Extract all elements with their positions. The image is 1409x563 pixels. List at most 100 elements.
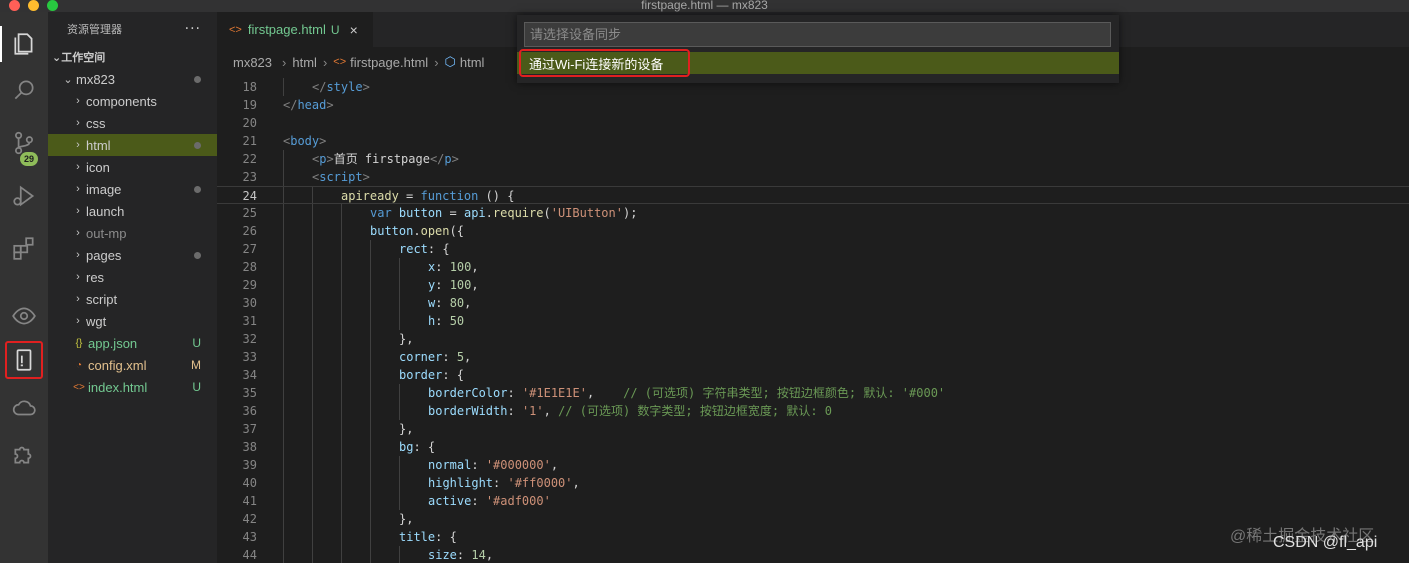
tree-item-label: app.json (88, 335, 138, 351)
code-line[interactable]: 36 borderWidth: '1', // (可选项) 数字类型; 按钮边框宽… (217, 402, 1409, 420)
tree-item-wgt[interactable]: › wgt (48, 310, 217, 332)
breadcrumb-item-root[interactable]: mx823 (233, 54, 277, 70)
indent-guide (341, 294, 342, 312)
indent-guide (341, 366, 342, 384)
indent-guide (312, 294, 313, 312)
tree-item-res[interactable]: › res (48, 266, 217, 288)
indent-guide (399, 474, 400, 492)
tree-item-components[interactable]: › components (48, 90, 217, 112)
line-number: 24 (242, 189, 257, 203)
breadcrumb-item-file[interactable]: firstpage.html (350, 54, 429, 70)
breadcrumb-item-symbol[interactable]: html (459, 54, 491, 70)
code-line[interactable]: 35 borderColor: '#1E1E1E', // (可选项) 字符串类型… (217, 384, 1409, 402)
indent-guide (341, 240, 342, 258)
code-text: normal: '#000000', (428, 458, 559, 472)
line-number: 21 (242, 134, 257, 148)
code-line[interactable]: 38 bg: { (217, 438, 1409, 456)
indent-guide (399, 492, 400, 510)
code-line[interactable]: 23 <script> (217, 168, 1409, 186)
breadcrumb-item-folder[interactable]: html (292, 54, 317, 70)
tree-item-label: html (86, 137, 111, 153)
tree-item-app-json[interactable]: {} app.json U (48, 332, 217, 354)
indent-guide (312, 384, 313, 402)
quick-pick-input[interactable]: 请选择设备同步 (524, 22, 1111, 47)
tree-item-index-html[interactable]: <> index.html U (48, 376, 217, 398)
code-text: bg: { (399, 440, 436, 454)
code-line[interactable]: 28 x: 100, (217, 258, 1409, 276)
indent-guide (370, 348, 371, 366)
chevron-right-icon: › (76, 271, 80, 283)
indent-guide (370, 456, 371, 474)
code-text: <script> (312, 170, 370, 184)
code-line[interactable]: 40 highlight: '#ff0000', (217, 474, 1409, 492)
indent-guide (399, 312, 400, 330)
code-line[interactable]: 37}, (217, 420, 1409, 438)
code-line[interactable]: 31 h: 50 (217, 312, 1409, 330)
code-line[interactable]: 27 rect: { (217, 240, 1409, 258)
cloud-icon[interactable] (6, 390, 42, 426)
code-line[interactable]: 39 normal: '#000000', (217, 456, 1409, 474)
eye-icon[interactable] (6, 298, 42, 334)
tree-item-script[interactable]: › script (48, 288, 217, 310)
tab-label: firstpage.html (247, 22, 326, 37)
line-number: 33 (242, 350, 257, 364)
wifi-item-highlight (519, 49, 690, 77)
indent-guide (341, 222, 342, 240)
indent-guide (341, 384, 342, 402)
indent-guide (370, 258, 371, 276)
indent-guide (341, 348, 342, 366)
explorer-icon[interactable] (6, 26, 42, 62)
extensions-icon[interactable] (6, 230, 42, 266)
tab-firstpage-html[interactable]: <> firstpage.html U × (217, 12, 373, 47)
tree-item-html[interactable]: › html (48, 134, 217, 156)
tree-item-icon[interactable]: › icon (48, 156, 217, 178)
chevron-right-icon: › (76, 183, 80, 195)
tree-item-css[interactable]: › css (48, 112, 217, 134)
code-line[interactable]: 29 y: 100, (217, 276, 1409, 294)
code-text: corner: 5, (399, 350, 472, 364)
code-line[interactable]: 22 <p>首页 firstpage</p> (217, 150, 1409, 168)
line-number: 44 (242, 548, 257, 562)
code-line[interactable]: 32}, (217, 330, 1409, 348)
workspace-section-header[interactable]: ⌄ 工作空间 (48, 46, 217, 68)
code-line[interactable]: 21 <body> (217, 132, 1409, 150)
code-line[interactable]: 34 border: { (217, 366, 1409, 384)
code-editor[interactable]: 18 </style> 19 </head> 20 21 <body> 22 <p>首页 fir… (217, 60, 1409, 563)
tab-close-button[interactable]: × (350, 22, 358, 38)
html-file-icon: <> (229, 23, 242, 36)
line-number: 27 (242, 242, 257, 256)
code-line[interactable]: 30 w: 80, (217, 294, 1409, 312)
indent-guide (399, 402, 400, 420)
more-actions-button[interactable]: ··· (185, 21, 201, 37)
indent-guide (283, 420, 284, 438)
code-text: borderColor: '#1E1E1E', // (可选项) 字符串类型; … (428, 386, 946, 400)
tree-item-launch[interactable]: › launch (48, 200, 217, 222)
code-line[interactable]: 33 corner: 5, (217, 348, 1409, 366)
code-line[interactable]: 20 (217, 114, 1409, 132)
search-icon[interactable] (6, 72, 42, 108)
code-text: }, (399, 332, 414, 346)
tree-item-image[interactable]: › image (48, 178, 217, 200)
code-line[interactable]: 24 apiready = function () { (217, 186, 1409, 204)
indent-guide (283, 546, 284, 563)
tree-root-mx823[interactable]: ⌄ mx823 (48, 68, 217, 90)
code-line[interactable]: 25 var button = api.require('UIButton'); (217, 204, 1409, 222)
line-number: 19 (242, 98, 257, 112)
puzzle-icon[interactable] (6, 436, 42, 472)
code-text: title: { (399, 530, 457, 544)
code-text: x: 100, (428, 260, 479, 274)
tree-item-out-mp[interactable]: › out-mp (48, 222, 217, 244)
code-line[interactable]: 26 button.open({ (217, 222, 1409, 240)
indent-guide (341, 546, 342, 563)
code-line[interactable]: 41 active: '#adf000' (217, 492, 1409, 510)
code-line[interactable]: 19 </head> (217, 96, 1409, 114)
run-debug-icon[interactable] (6, 178, 42, 214)
code-line[interactable]: 44 size: 14, (217, 546, 1409, 563)
line-number: 18 (242, 80, 257, 94)
tree-item-config-xml[interactable]: ◔ config.xml M (48, 354, 217, 376)
git-status-modified: M (191, 358, 201, 372)
indent-guide (370, 474, 371, 492)
indent-guide (341, 492, 342, 510)
tree-item-pages[interactable]: › pages (48, 244, 217, 266)
indent-guide (370, 510, 371, 528)
